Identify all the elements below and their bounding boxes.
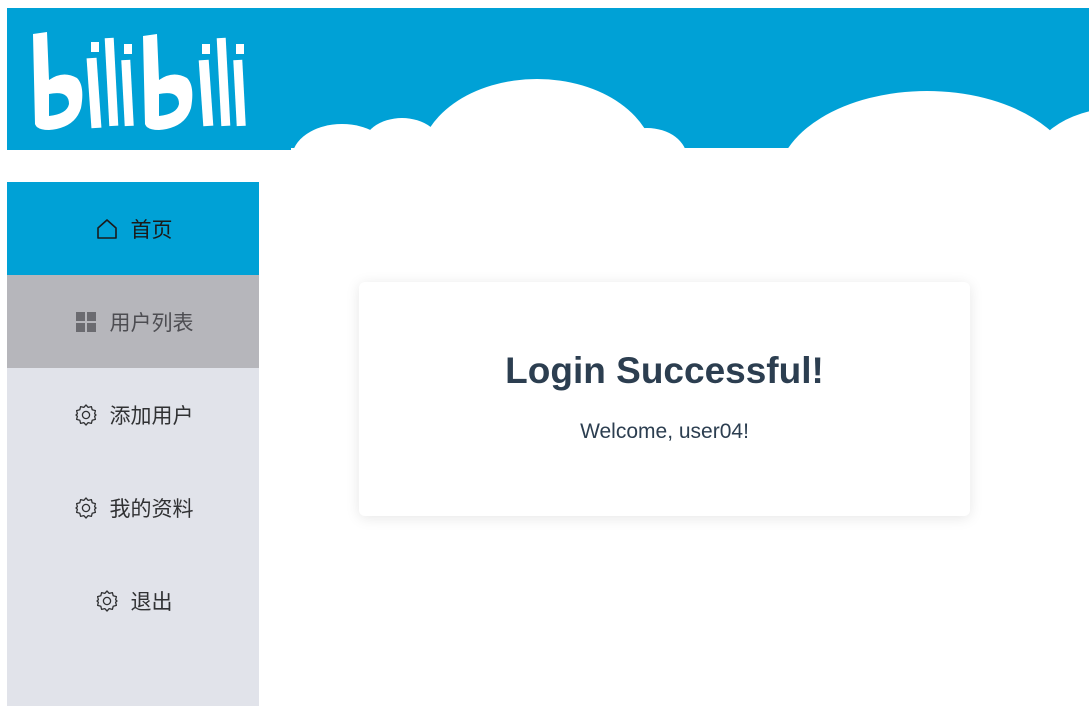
logo-letter-i bbox=[86, 57, 102, 129]
logo-dot bbox=[236, 44, 244, 54]
logo-dot bbox=[202, 44, 210, 54]
login-success-card: Login Successful! Welcome, user04! bbox=[359, 282, 970, 516]
welcome-message: Welcome, user04! bbox=[580, 420, 749, 443]
logo-dot bbox=[124, 44, 132, 54]
logo-letter-b bbox=[33, 32, 83, 130]
logo-letter-b bbox=[143, 34, 193, 130]
sidebar-item-label: 首页 bbox=[130, 217, 173, 242]
gear-icon bbox=[94, 588, 120, 614]
logo-letter-i bbox=[233, 59, 246, 127]
grid-icon bbox=[73, 309, 99, 335]
sidebar-item-label: 添加用户 bbox=[109, 403, 194, 428]
sidebar-item-label: 我的资料 bbox=[109, 496, 194, 521]
logo-letter-i bbox=[198, 59, 214, 127]
sidebar-item-label: 用户列表 bbox=[109, 310, 194, 335]
logo-letter-l bbox=[104, 37, 119, 127]
banner-edge bbox=[7, 146, 291, 150]
sidebar-item-user-list[interactable]: 用户列表 bbox=[7, 275, 259, 368]
sidebar-item-my-profile[interactable]: 我的资料 bbox=[7, 461, 259, 554]
sidebar-item-home[interactable]: 首页 bbox=[7, 182, 259, 275]
banner-bottom-strip bbox=[7, 148, 1089, 168]
card-title: Login Successful! bbox=[505, 350, 824, 391]
logo-letter-i bbox=[121, 59, 134, 127]
bilibili-logo[interactable] bbox=[25, 28, 265, 138]
logo-letter-l bbox=[216, 37, 231, 127]
sidebar-menu: 首页 用户列表 添加用户 我的资料 退出 bbox=[7, 182, 259, 706]
gear-icon bbox=[73, 402, 99, 428]
sidebar-item-logout[interactable]: 退出 bbox=[7, 554, 259, 647]
sidebar-item-add-user[interactable]: 添加用户 bbox=[7, 368, 259, 461]
header-banner bbox=[7, 8, 1089, 168]
logo-dot bbox=[91, 42, 99, 52]
sidebar-item-label: 退出 bbox=[130, 589, 173, 614]
gear-icon bbox=[73, 495, 99, 521]
app-page: 首页 用户列表 添加用户 我的资料 退出 Login Successful! W… bbox=[0, 0, 1089, 706]
home-icon bbox=[94, 216, 120, 242]
